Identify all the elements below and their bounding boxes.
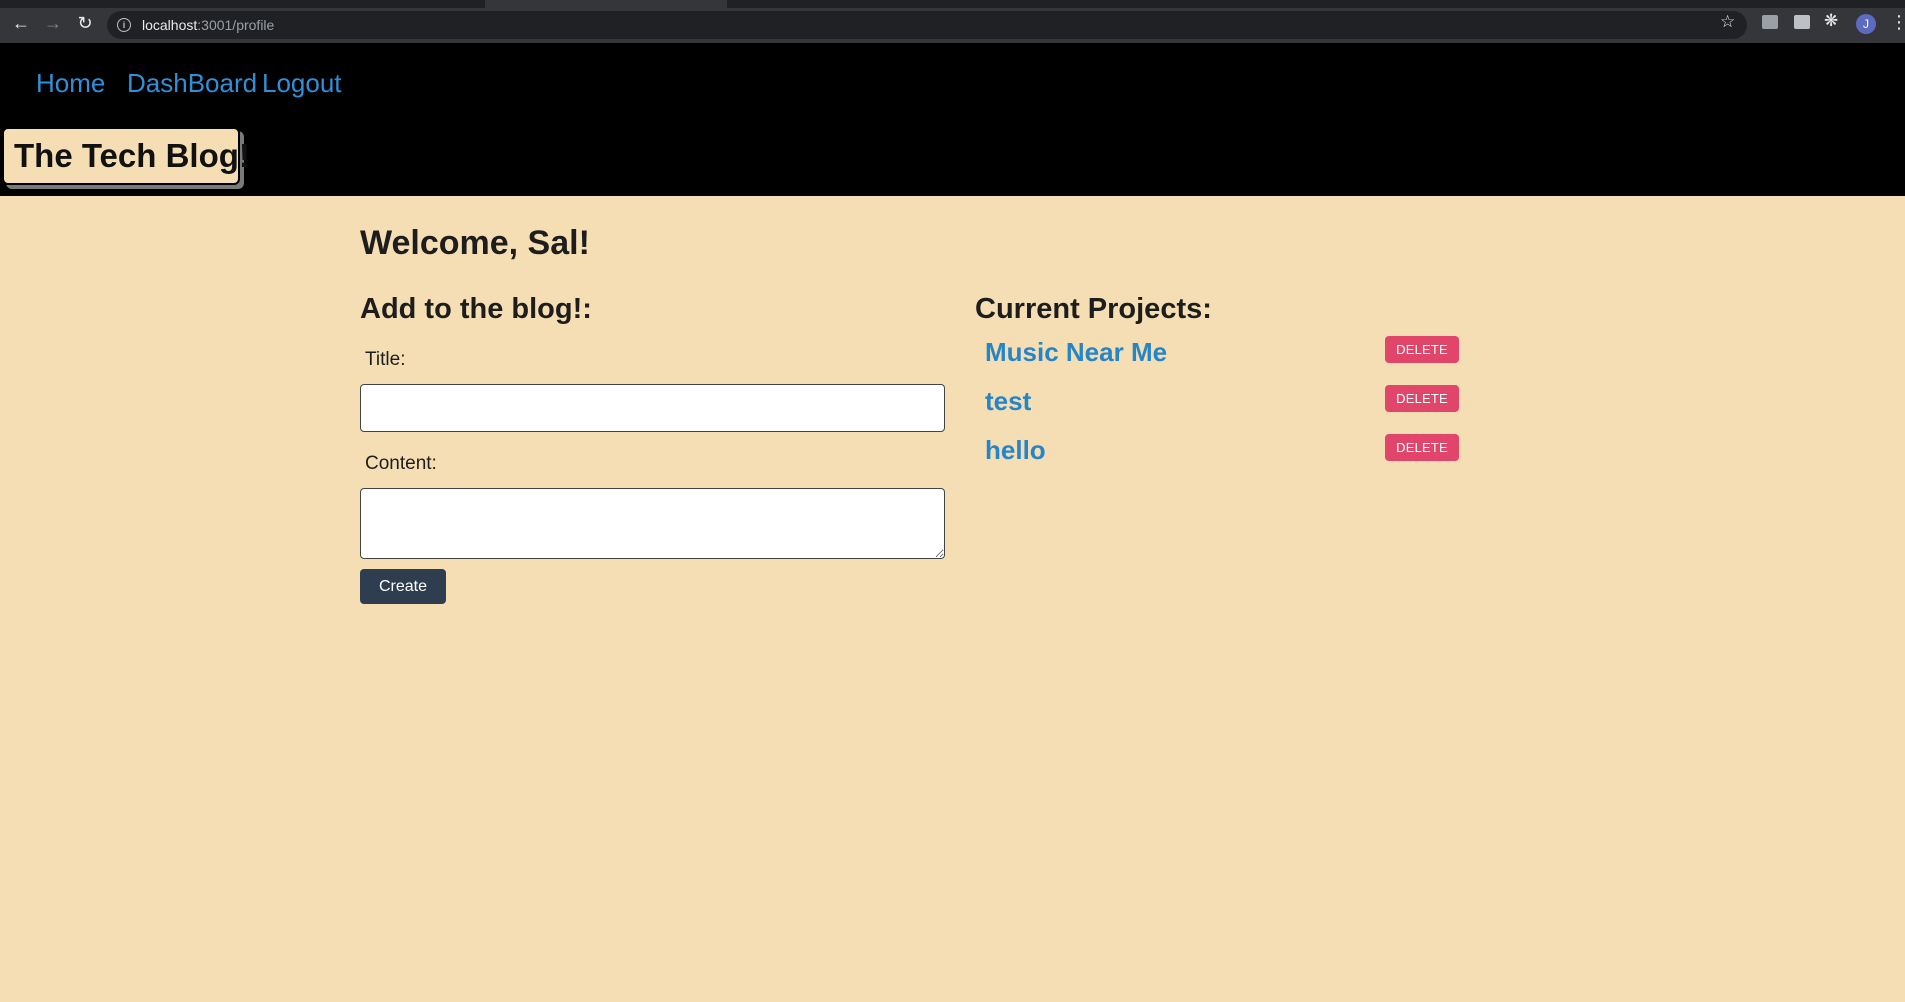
delete-button[interactable]: DELETE — [1385, 336, 1459, 363]
browser-menu-icon[interactable]: ⋮ — [1890, 12, 1905, 32]
active-tab[interactable] — [485, 0, 727, 8]
back-arrow-icon[interactable]: ← — [10, 12, 32, 34]
reload-icon[interactable]: ↻ — [74, 12, 96, 34]
address-url: localhost:3001/profile — [142, 17, 274, 33]
url-host: localhost — [142, 17, 198, 33]
extensions-puzzle-icon[interactable]: ❋ — [1824, 11, 1838, 31]
content-textarea[interactable] — [360, 488, 945, 559]
title-label: Title: — [365, 349, 406, 370]
delete-button[interactable]: DELETE — [1385, 434, 1459, 461]
site-title: The Tech Blog! — [2, 127, 250, 185]
delete-button[interactable]: DELETE — [1385, 385, 1459, 412]
address-bar[interactable]: i localhost:3001/profile — [107, 11, 1747, 39]
content-label: Content: — [365, 453, 437, 474]
project-link[interactable]: test — [985, 386, 1031, 417]
create-button[interactable]: Create — [360, 569, 446, 604]
browser-toolbar: ← → ↻ i localhost:3001/profile ☆ ❋ J ⋮ — [0, 0, 1905, 43]
site-header: Home DashBoard Logout The Tech Blog! — [0, 43, 1905, 196]
forward-arrow-icon[interactable]: → — [42, 12, 64, 34]
nav-link-dashboard[interactable]: DashBoard — [127, 68, 257, 99]
profile-avatar[interactable]: J — [1856, 14, 1876, 34]
project-link[interactable]: hello — [985, 435, 1046, 466]
project-link[interactable]: Music Near Me — [985, 337, 1167, 368]
extension-icon[interactable] — [1762, 15, 1778, 29]
projects-heading: Current Projects: — [975, 293, 1212, 325]
bookmark-star-icon[interactable]: ☆ — [1720, 12, 1735, 32]
url-path: :3001/profile — [197, 17, 275, 33]
extension-icon[interactable] — [1794, 15, 1810, 29]
nav-link-home[interactable]: Home — [36, 68, 105, 99]
nav-link-logout[interactable]: Logout — [262, 68, 342, 99]
welcome-heading: Welcome, Sal! — [360, 224, 590, 262]
site-info-icon[interactable]: i — [117, 18, 131, 32]
title-input[interactable] — [360, 384, 945, 432]
form-heading: Add to the blog!: — [360, 293, 592, 325]
tab-strip — [0, 0, 1905, 8]
